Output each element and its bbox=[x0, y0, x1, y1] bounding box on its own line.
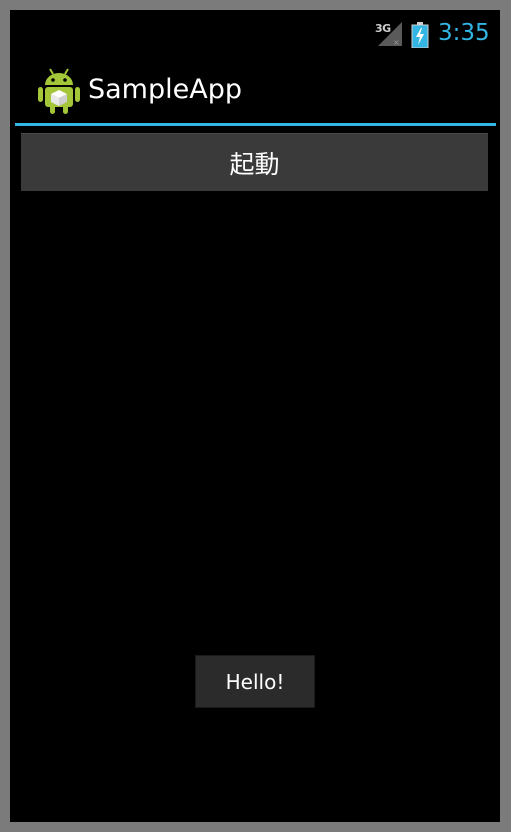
device-screen: × 3G 3:35 SampleApp 起動 Hello! bbox=[10, 10, 500, 822]
action-bar-divider bbox=[15, 123, 496, 126]
status-clock: 3:35 bbox=[438, 20, 490, 46]
toast-text: Hello! bbox=[225, 669, 285, 694]
action-bar: SampleApp bbox=[10, 52, 500, 124]
status-bar: × 3G 3:35 bbox=[10, 10, 500, 52]
launch-button[interactable]: 起動 bbox=[21, 133, 488, 191]
network-type-label: 3G bbox=[375, 22, 391, 35]
svg-text:×: × bbox=[393, 38, 400, 47]
app-title: SampleApp bbox=[88, 74, 242, 105]
battery-charging-icon bbox=[411, 22, 429, 48]
android-app-icon[interactable] bbox=[36, 65, 82, 115]
toast-message: Hello! bbox=[195, 655, 315, 708]
device-frame: × 3G 3:35 SampleApp 起動 Hello! bbox=[0, 0, 511, 832]
